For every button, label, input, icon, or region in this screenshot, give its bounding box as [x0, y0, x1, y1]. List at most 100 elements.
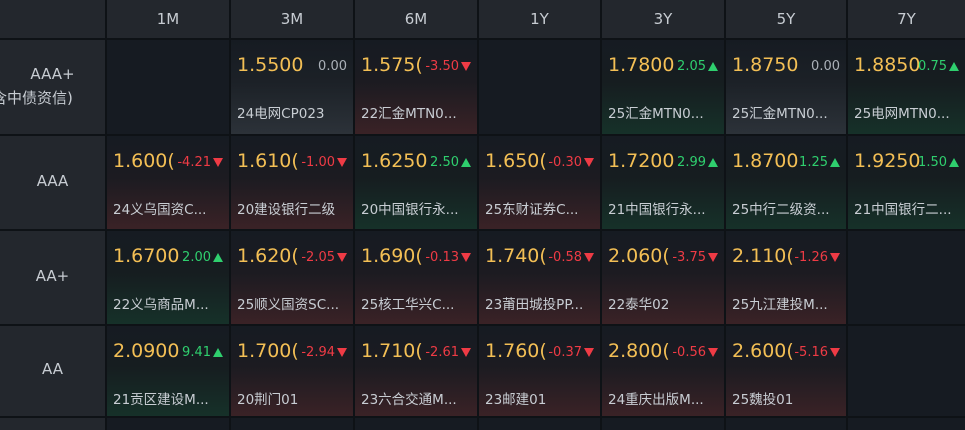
quote-price: 1.575(	[361, 54, 423, 76]
quote-cell[interactable]: 2.600(-5.16 25魏投01	[726, 326, 846, 416]
quote-cell[interactable]: 2.110(-1.26 25九江建投M...	[726, 231, 846, 324]
row-header-1[interactable]: AAA	[0, 136, 105, 229]
quote-cell[interactable]: 1.6250 2.50 20中国银行永...	[355, 136, 477, 229]
triangle-up-icon	[830, 158, 840, 167]
bond-name[interactable]: 23莆田城投PP...	[485, 293, 594, 313]
quote-change-value: -1.00	[301, 155, 335, 170]
bond-name[interactable]: 25汇金MTN0...	[732, 102, 840, 122]
quote-cell	[602, 418, 724, 430]
quote-cell[interactable]: 1.710(-2.61 23六合交通M...	[355, 326, 477, 416]
bond-name[interactable]: 24义乌国资C...	[113, 198, 223, 218]
quote-change: -3.75	[672, 250, 718, 265]
bond-name[interactable]: 25汇金MTN0...	[608, 102, 718, 122]
quote-change: -3.50	[425, 59, 471, 74]
bond-name[interactable]: 25顺义国资SC...	[237, 293, 347, 313]
quote-cell[interactable]: 2.060(-3.75 22泰华02	[602, 231, 724, 324]
row-label-line: AAA	[36, 171, 69, 190]
quote-price: 1.690(	[361, 245, 423, 267]
quote-cell[interactable]: 1.690(-0.13 25核工华兴C...	[355, 231, 477, 324]
quote-cell[interactable]: 1.6700 2.00 22义乌商品M...	[107, 231, 229, 324]
triangle-down-icon	[830, 253, 840, 262]
quote-change-value: -0.56	[672, 345, 706, 360]
quote-change-value: -0.58	[548, 250, 582, 265]
quote-cell[interactable]: 1.5500 0.00 24电网CP023	[231, 40, 353, 134]
quote-cell[interactable]: 1.8750 0.00 25汇金MTN0...	[726, 40, 846, 134]
quote-cell[interactable]: 1.9250 1.50 21中国银行二...	[848, 136, 965, 229]
column-header-1m[interactable]: 1M	[107, 0, 229, 38]
quote-price: 2.110(	[732, 245, 794, 267]
quote-cell[interactable]: 1.740(-0.58 23莆田城投PP...	[479, 231, 600, 324]
bond-name[interactable]: 23邮建01	[485, 388, 594, 408]
quote-cell[interactable]: 1.650(-0.30 25东财证券C...	[479, 136, 600, 229]
column-header-1y[interactable]: 1Y	[479, 0, 600, 38]
row-header-2[interactable]: AA+	[0, 231, 105, 324]
column-header-3y[interactable]: 3Y	[602, 0, 724, 38]
bond-name[interactable]: 24重庆出版M...	[608, 388, 718, 408]
bond-name[interactable]: 25魏投01	[732, 388, 840, 408]
column-header-5y[interactable]: 5Y	[726, 0, 846, 38]
quote-change: -0.30	[548, 155, 594, 170]
bond-name[interactable]: 22义乌商品M...	[113, 293, 223, 313]
triangle-down-icon	[461, 253, 471, 262]
quote-cell[interactable]: 1.620(-2.05 25顺义国资SC...	[231, 231, 353, 324]
quote-change: -0.37	[548, 345, 594, 360]
quote-cell	[355, 418, 477, 430]
quote-price: 1.650(	[485, 150, 547, 172]
bond-name[interactable]: 25中行二级资...	[732, 198, 840, 218]
bond-name[interactable]: 21贡区建设M...	[113, 388, 223, 408]
bond-name[interactable]: 20荆门01	[237, 388, 347, 408]
quote-cell[interactable]: 1.610(-1.00 20建设银行二级	[231, 136, 353, 229]
quote-cell	[848, 326, 965, 416]
bond-name[interactable]: 25九江建投M...	[732, 293, 840, 313]
quote-change: 2.05	[677, 59, 718, 74]
quote-change: 1.25	[799, 155, 840, 170]
triangle-down-icon	[213, 158, 223, 167]
triangle-down-icon	[708, 348, 718, 357]
quote-price: 2.800(	[608, 340, 670, 362]
bond-name[interactable]: 20中国银行永...	[361, 198, 471, 218]
quote-change-value: -2.61	[425, 345, 459, 360]
column-header-6m[interactable]: 6M	[355, 0, 477, 38]
bond-name[interactable]: 25东财证券C...	[485, 198, 594, 218]
triangle-down-icon	[584, 348, 594, 357]
row-header-3[interactable]: AA	[0, 326, 105, 416]
bond-name[interactable]: 23六合交通M...	[361, 388, 471, 408]
quote-price: 1.610(	[237, 150, 299, 172]
bond-name[interactable]: 21中国银行永...	[608, 198, 718, 218]
quote-change: 0.00	[318, 59, 347, 74]
bond-name[interactable]: 22泰华02	[608, 293, 718, 313]
quote-cell[interactable]: 1.7800 2.05 25汇金MTN0...	[602, 40, 724, 134]
row-label-line: AAA+	[30, 65, 75, 83]
quote-cell[interactable]: 1.8700 1.25 25中行二级资...	[726, 136, 846, 229]
quote-price: 1.5500	[237, 54, 304, 76]
quote-cell[interactable]: 1.8850 0.75 25电网MTN0...	[848, 40, 965, 134]
quote-cell[interactable]: 1.760(-0.37 23邮建01	[479, 326, 600, 416]
triangle-down-icon	[830, 348, 840, 357]
quote-cell[interactable]: 2.0900 9.41 21贡区建设M...	[107, 326, 229, 416]
quote-change-value: 2.99	[677, 155, 706, 170]
quote-change-value: 2.00	[182, 250, 211, 265]
quote-cell[interactable]: 1.575(-3.50 22汇金MTN0...	[355, 40, 477, 134]
quote-price: 1.740(	[485, 245, 547, 267]
bond-name[interactable]: 20建设银行二级	[237, 198, 347, 218]
quote-price: 1.8700	[732, 150, 799, 172]
column-header-3m[interactable]: 3M	[231, 0, 353, 38]
bond-name[interactable]: 25电网MTN0...	[854, 102, 959, 122]
quote-price: 1.6700	[113, 245, 180, 267]
quote-change-value: -2.94	[301, 345, 335, 360]
quote-cell[interactable]: 1.600(-4.21 24义乌国资C...	[107, 136, 229, 229]
column-header-7y[interactable]: 7Y	[848, 0, 965, 38]
triangle-down-icon	[337, 158, 347, 167]
quote-cell[interactable]: 2.800(-0.56 24重庆出版M...	[602, 326, 724, 416]
quote-cell[interactable]: 1.7200 2.99 21中国银行永...	[602, 136, 724, 229]
quote-cell[interactable]: 1.700(-2.94 20荆门01	[231, 326, 353, 416]
triangle-up-icon	[213, 348, 223, 357]
bond-name[interactable]: 24电网CP023	[237, 102, 347, 122]
bond-name[interactable]: 25核工华兴C...	[361, 293, 471, 313]
bond-name[interactable]: 21中国银行二...	[854, 198, 959, 218]
triangle-up-icon	[949, 158, 959, 167]
quote-price: 1.710(	[361, 340, 423, 362]
row-header-0[interactable]: AAA+ 含中债资信)	[0, 40, 105, 134]
bond-name[interactable]: 22汇金MTN0...	[361, 102, 471, 122]
quote-price: 2.060(	[608, 245, 670, 267]
